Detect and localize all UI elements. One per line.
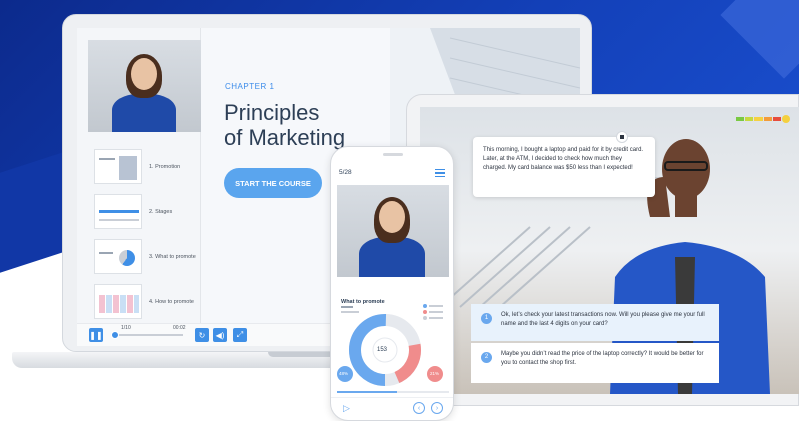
answer-text: Ok, let’s check your latest transactions… (501, 312, 705, 327)
slide-thumbnail (94, 149, 142, 184)
slide-thumbnail (94, 239, 142, 274)
progress-knob[interactable] (111, 331, 119, 339)
right-badge: 21% (430, 371, 440, 376)
mood-segment (772, 117, 782, 121)
slide-label: 4. How to promote (149, 298, 194, 305)
phone-slide: What to promote 153 48% 21% (337, 294, 449, 390)
phone-frame: 5/28 What to promote 153 48% 21% ▷ ‹ › (330, 146, 454, 421)
mood-segment (745, 117, 754, 121)
slide-label: 3. What to promote (149, 253, 196, 260)
course-title-line: Principles (224, 100, 320, 125)
chapter-label: CHAPTER 1 (225, 82, 275, 91)
tablet-frame: This morning, I bought a laptop and paid… (406, 94, 799, 406)
speech-text: This morning, I bought a laptop and paid… (483, 147, 644, 171)
mood-segment (736, 117, 745, 121)
answer-option[interactable]: 1 Ok, let’s check your latest transactio… (471, 304, 719, 341)
elapsed-time: 00:02 (173, 325, 186, 331)
prev-icon[interactable]: ‹ (413, 402, 425, 414)
expand-icon[interactable]: ⤢ (233, 328, 247, 342)
left-badge: 48% (339, 371, 349, 376)
slide-counter: 1/10 (121, 325, 131, 331)
presenter-video[interactable] (88, 40, 201, 132)
presenter-face (379, 201, 405, 233)
slide-item[interactable]: 4. How to promote (88, 279, 201, 324)
smiley-icon (782, 115, 791, 123)
volume-icon[interactable]: ◀) (213, 328, 227, 342)
pause-icon[interactable]: ❚❚ (89, 328, 103, 342)
slide-label: 2. Stages (149, 208, 173, 215)
course-title: Principles of Marketing (224, 100, 345, 150)
answer-text: Maybe you didn’t read the price of the l… (501, 351, 704, 366)
course-sidebar: 1. Promotion 2. Stages 3. What to promot… (77, 28, 201, 346)
presenter-face (131, 58, 157, 90)
page-counter: 5/28 (339, 169, 352, 176)
slide-list: 1. Promotion 2. Stages 3. What to promot… (88, 142, 201, 324)
slide-item[interactable]: 3. What to promote (88, 234, 201, 279)
speech-bubble: This morning, I bought a laptop and paid… (473, 131, 655, 197)
tablet-screen: This morning, I bought a laptop and paid… (420, 107, 799, 394)
slide-thumbnail (94, 194, 142, 229)
phone-progress-track[interactable] (337, 391, 449, 393)
mood-meter (736, 115, 791, 123)
presenter-body (359, 237, 425, 277)
slide-label: 1. Promotion (149, 163, 181, 170)
phone-header: 5/28 (331, 165, 453, 183)
progress-track[interactable] (113, 334, 183, 336)
donut-center-value: 153 (377, 347, 388, 353)
answer-number: 1 (481, 313, 492, 324)
next-icon[interactable]: › (431, 402, 443, 414)
slide-item[interactable]: 2. Stages (88, 189, 201, 234)
course-title-line: of Marketing (224, 125, 346, 150)
answer-number: 2 (481, 352, 492, 363)
replay-icon[interactable]: ↻ (195, 328, 209, 342)
mood-segment (754, 117, 763, 121)
menu-icon[interactable] (435, 169, 445, 177)
slide-item[interactable]: 1. Promotion (88, 144, 201, 189)
play-icon[interactable]: ▷ (343, 403, 350, 414)
phone-progress-fill (337, 391, 397, 393)
presenter-video[interactable] (337, 185, 449, 277)
presenter-body (112, 94, 176, 132)
slide-thumbnail (94, 284, 142, 319)
mood-segment (763, 117, 772, 121)
answer-option[interactable]: 2 Maybe you didn’t read the price of the… (471, 343, 719, 383)
stop-icon[interactable] (616, 131, 628, 143)
phone-footer: ▷ ‹ › (331, 397, 453, 419)
start-course-button[interactable]: START THE COURSE (224, 168, 322, 198)
phone-speaker (383, 153, 403, 156)
